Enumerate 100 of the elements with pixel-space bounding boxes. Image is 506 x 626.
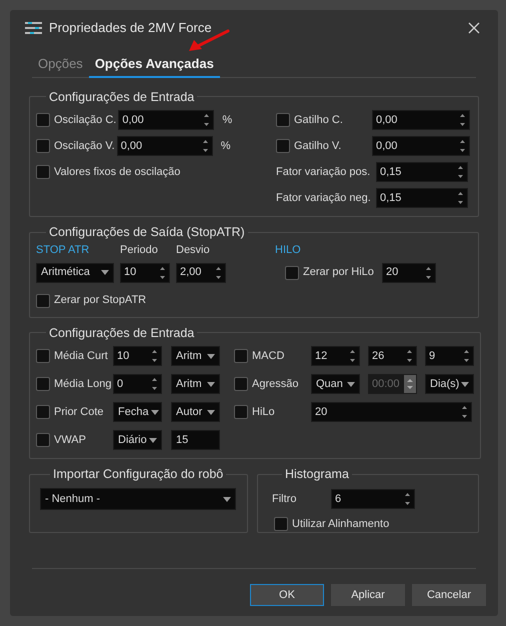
unit-label: % bbox=[222, 113, 232, 128]
stepper-icon[interactable] bbox=[457, 165, 464, 180]
checkbox[interactable] bbox=[276, 113, 290, 128]
number-field[interactable]: 0,00 bbox=[372, 110, 470, 130]
close-icon bbox=[468, 22, 480, 34]
section-heading: HILO bbox=[275, 243, 302, 258]
checkbox-label: Média Long bbox=[54, 377, 112, 392]
number-field[interactable]: 10 bbox=[113, 346, 162, 366]
checkbox[interactable] bbox=[36, 113, 50, 128]
number-field[interactable]: 26 bbox=[368, 346, 417, 366]
stepper-icon[interactable] bbox=[202, 139, 209, 154]
group-title: Importar Configuração do robô bbox=[52, 466, 224, 484]
checkbox-label: Prior Cote bbox=[54, 405, 104, 420]
stepper-icon[interactable] bbox=[457, 191, 464, 206]
dropdown[interactable]: Dia(s) bbox=[425, 374, 474, 394]
stepper-icon[interactable] bbox=[425, 266, 432, 280]
caret-icon bbox=[461, 382, 470, 387]
tab[interactable]: Opções bbox=[32, 54, 89, 78]
checkbox-label: HiLo bbox=[252, 405, 275, 420]
close-button[interactable] bbox=[466, 20, 482, 36]
dropdown[interactable]: Aritm bbox=[171, 374, 220, 394]
stepper-icon[interactable] bbox=[215, 266, 222, 280]
checkbox-label: Utilizar Alinhamento bbox=[292, 516, 390, 532]
number-field[interactable]: 20 bbox=[311, 402, 472, 422]
checkbox[interactable] bbox=[36, 349, 50, 364]
caret-icon bbox=[347, 382, 355, 387]
caret-icon bbox=[207, 354, 215, 359]
input-field[interactable]: 15 bbox=[171, 430, 220, 450]
caret-icon bbox=[207, 382, 215, 387]
checkbox[interactable] bbox=[234, 349, 248, 364]
checkbox[interactable] bbox=[36, 377, 50, 392]
dropdown[interactable]: Diário bbox=[113, 430, 162, 450]
stepper-icon[interactable] bbox=[151, 349, 158, 364]
dropdown[interactable]: Autor bbox=[171, 402, 220, 422]
caret-icon bbox=[207, 410, 215, 415]
stepper-icon[interactable] bbox=[203, 113, 210, 128]
unit-label: % bbox=[220, 139, 231, 154]
checkbox-label: MACD bbox=[252, 349, 284, 364]
checkbox[interactable] bbox=[234, 405, 248, 420]
dropdown[interactable]: Aritmética bbox=[36, 262, 114, 282]
stepper-icon[interactable] bbox=[459, 113, 466, 128]
checkbox-label: Gatilho C. bbox=[294, 113, 343, 128]
caret-icon bbox=[101, 270, 109, 275]
number-field[interactable]: 10 bbox=[120, 262, 170, 282]
checkbox[interactable] bbox=[36, 139, 50, 154]
dropdown[interactable]: Quan bbox=[311, 374, 360, 394]
dropdown[interactable]: Aritm bbox=[171, 346, 220, 366]
checkbox-label: Oscilação C. bbox=[54, 113, 116, 128]
tab[interactable]: Opções Avançadas bbox=[88, 54, 220, 78]
stepper-icon[interactable] bbox=[349, 349, 356, 364]
number-field[interactable]: 12 bbox=[311, 346, 360, 366]
group-title: Histograma bbox=[284, 466, 350, 484]
checkbox-label: Zerar por HiLo bbox=[303, 265, 374, 280]
field-label: Fator variação neg. bbox=[276, 191, 372, 206]
checkbox[interactable] bbox=[234, 377, 248, 392]
checkbox-label: Zerar por StopATR bbox=[54, 293, 146, 308]
number-field[interactable]: 0 bbox=[113, 374, 162, 394]
checkbox-label: VWAP bbox=[54, 433, 86, 448]
group-title: Configurações de Entrada bbox=[48, 324, 196, 342]
checkbox-label: Oscilação V. bbox=[54, 139, 115, 154]
window-title: Propriedades de 2MV Force bbox=[49, 19, 212, 38]
number-field[interactable]: 0,00 bbox=[372, 136, 470, 156]
checkbox[interactable] bbox=[36, 165, 50, 180]
checkbox[interactable] bbox=[36, 405, 50, 420]
stepper-icon[interactable] bbox=[459, 139, 466, 154]
dialog-button[interactable]: Cancelar bbox=[412, 584, 486, 606]
number-field[interactable]: 6 bbox=[331, 489, 415, 509]
section-heading: STOP ATR bbox=[36, 243, 90, 258]
caret-icon bbox=[223, 496, 231, 502]
dropdown[interactable]: Fecha bbox=[113, 402, 162, 422]
stepper-icon[interactable] bbox=[461, 405, 468, 420]
checkbox[interactable] bbox=[274, 517, 288, 531]
stepper-icon[interactable] bbox=[151, 377, 158, 392]
stepper-icon[interactable] bbox=[404, 492, 411, 506]
checkbox[interactable] bbox=[36, 433, 50, 448]
number-field[interactable]: 0,15 bbox=[376, 162, 468, 182]
group-title: Configurações de Entrada bbox=[48, 88, 196, 106]
dropdown[interactable]: - Nenhum - bbox=[40, 488, 236, 510]
field-label: Desvio bbox=[176, 243, 211, 258]
checkbox-label: Gatilho V. bbox=[294, 139, 342, 154]
checkbox[interactable] bbox=[285, 266, 299, 280]
number-field[interactable]: 0,00 bbox=[118, 110, 214, 130]
checkbox-label: Valores fixos de oscilação bbox=[54, 165, 180, 180]
checkbox[interactable] bbox=[36, 294, 50, 308]
stepper-icon[interactable] bbox=[463, 349, 470, 364]
number-field[interactable]: 9 bbox=[425, 346, 474, 366]
stepper-icon[interactable] bbox=[159, 266, 166, 280]
checkbox[interactable] bbox=[276, 139, 290, 154]
number-field[interactable]: 0,15 bbox=[376, 188, 468, 208]
dialog-button[interactable]: Aplicar bbox=[331, 584, 405, 606]
caret-icon bbox=[149, 438, 157, 443]
checkbox-label: Média Curt bbox=[54, 349, 108, 364]
number-field[interactable]: 2,00 bbox=[176, 262, 226, 282]
checkbox-label: Agressão bbox=[252, 377, 298, 392]
group-title: Configurações de Saída (StopATR) bbox=[48, 224, 246, 242]
number-field[interactable]: 0,00 bbox=[116, 136, 213, 156]
dialog-button[interactable]: OK bbox=[250, 584, 324, 606]
number-field[interactable]: 20 bbox=[382, 262, 436, 282]
sliders-icon bbox=[25, 22, 42, 34]
stepper-icon[interactable] bbox=[406, 349, 413, 364]
